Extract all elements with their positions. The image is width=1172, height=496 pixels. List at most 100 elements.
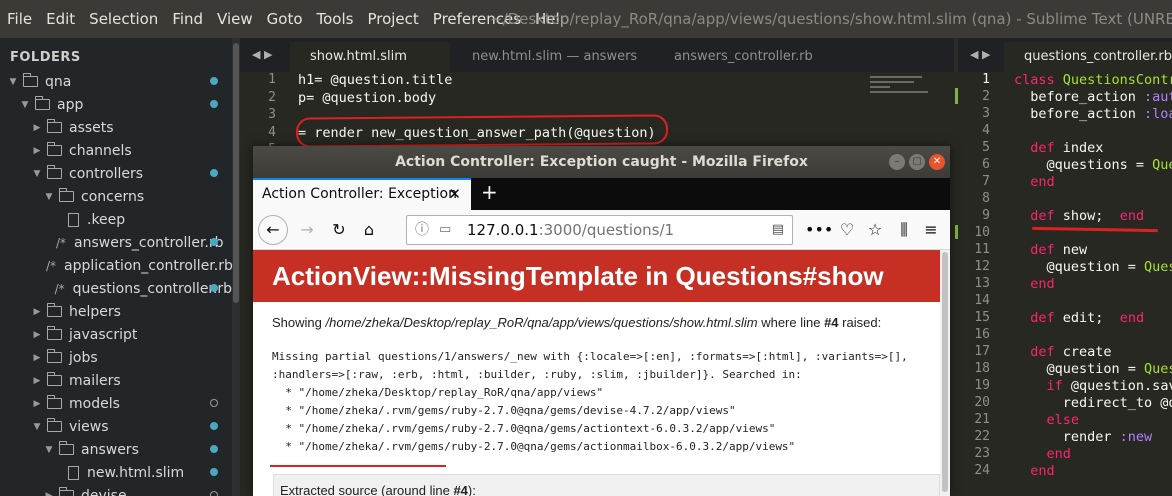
tree-item[interactable]: ▶ javascript xyxy=(0,323,232,346)
code-line[interactable]: redirect_to @question xyxy=(1014,395,1172,411)
code-line[interactable]: def edit; end xyxy=(1014,310,1144,326)
tree-item[interactable]: ▶ assets xyxy=(0,116,232,139)
forward-icon[interactable]: → xyxy=(293,216,321,244)
code-file-icon: /* xyxy=(54,281,65,296)
home-icon[interactable]: ⌂ xyxy=(355,216,383,244)
code-line[interactable]: class QuestionsController < ApplicationC… xyxy=(1014,72,1172,88)
page-actions-icon[interactable]: ••• xyxy=(805,216,833,244)
chevron-down-icon[interactable]: ▼ xyxy=(32,422,42,432)
code-line[interactable]: if @question.save xyxy=(1014,378,1172,394)
maximize-icon[interactable]: ▢ xyxy=(909,154,925,170)
bookmark-star-icon[interactable]: ☆ xyxy=(861,216,889,244)
tab-questions-controller[interactable]: questions_controller.rb xyxy=(1004,42,1172,72)
error-page: ActionView::MissingTemplate in Questions… xyxy=(253,250,950,496)
tab-label: answers_controller.rb xyxy=(674,49,813,64)
new-tab-icon[interactable]: + xyxy=(481,180,498,204)
menu-icon[interactable]: ≡ xyxy=(917,216,945,244)
code-line[interactable]: end xyxy=(1014,463,1054,479)
tree-item-label: questions_controller.rb xyxy=(72,280,232,297)
tree-item[interactable]: ▶ helpers xyxy=(0,300,232,323)
tree-item[interactable]: ▼ concerns xyxy=(0,185,232,208)
chevron-right-icon[interactable]: ▶ xyxy=(32,146,42,156)
tree-item[interactable]: ▶ devise xyxy=(0,484,232,496)
code-line[interactable]: end xyxy=(1014,174,1054,190)
page-scrollbar[interactable] xyxy=(940,250,950,496)
minimap[interactable] xyxy=(870,76,930,116)
info-icon[interactable]: ⓘ xyxy=(415,216,429,244)
tree-item[interactable]: ▶ mailers xyxy=(0,369,232,392)
reload-icon[interactable]: ↻ xyxy=(325,216,353,244)
tree-item[interactable]: ▼ answers xyxy=(0,438,232,461)
code-line[interactable]: def create xyxy=(1014,344,1111,360)
tree-item[interactable]: ▶ models xyxy=(0,392,232,415)
code-line[interactable]: h1= @question.title xyxy=(298,72,452,88)
code-line[interactable]: p= @question.body xyxy=(298,90,436,106)
back-icon[interactable]: ← xyxy=(258,215,288,245)
tab-nav-arrows-icon[interactable]: ◀ ▶ xyxy=(252,48,272,61)
code-line[interactable]: @question = Question.new xyxy=(1014,361,1172,377)
url-bar[interactable]: ⓘ ▭ 127.0.0.1:3000/questions/1 ▤ xyxy=(406,215,793,245)
code-line[interactable]: end xyxy=(1014,276,1054,292)
menu-find[interactable]: Find xyxy=(165,0,210,38)
minimize-icon[interactable]: – xyxy=(889,154,905,170)
chevron-down-icon[interactable]: ▼ xyxy=(32,169,42,179)
chevron-right-icon[interactable]: ▶ xyxy=(44,491,54,496)
sidebar-scrollbar[interactable] xyxy=(232,38,240,496)
sidebar-scrollbar-thumb[interactable] xyxy=(233,43,239,303)
tree-item-label: answers_controller.rb xyxy=(74,234,224,251)
code-line[interactable]: before_action :load_question xyxy=(1014,106,1172,122)
chevron-right-icon[interactable]: ▶ xyxy=(32,399,42,409)
code-line[interactable]: render :new xyxy=(1014,429,1152,445)
code-line[interactable]: def new xyxy=(1014,242,1087,258)
chevron-right-icon[interactable]: ▶ xyxy=(32,353,42,363)
reader-view-icon[interactable]: ▤ xyxy=(772,216,784,244)
chevron-down-icon[interactable]: ▼ xyxy=(44,192,54,202)
editor-right[interactable]: 1 2 3 4 5 6 7 8 9 10 11 12 13 14 15 16 17 18 19 20 21 22 23 24 c… xyxy=(958,72,1172,496)
chevron-down-icon[interactable]: ▼ xyxy=(8,77,18,87)
close-icon[interactable]: ✕ xyxy=(929,154,945,170)
tree-item[interactable]: ▶ channels xyxy=(0,139,232,162)
menu-selection[interactable]: Selection xyxy=(82,0,165,38)
code-line[interactable]: @question = Question.new xyxy=(1014,259,1172,275)
chevron-right-icon[interactable]: ▶ xyxy=(32,123,42,133)
tree-item[interactable]: ▼ qna xyxy=(0,70,232,93)
tree-item[interactable]: /* questions_controller.rb xyxy=(0,277,232,300)
page-scrollbar-thumb[interactable] xyxy=(942,252,948,492)
chevron-right-icon[interactable]: ▶ xyxy=(32,376,42,386)
tree-item[interactable]: ▼ views xyxy=(0,415,232,438)
line-number: 1 xyxy=(268,72,276,87)
menu-project[interactable]: Project xyxy=(360,0,425,38)
code-line[interactable]: else xyxy=(1014,412,1080,428)
chevron-right-icon[interactable]: ▶ xyxy=(32,330,42,340)
firefox-tab[interactable]: Action Controller: Exception ✕ xyxy=(253,178,471,210)
tree-item[interactable]: ▶ jobs xyxy=(0,346,232,369)
tree-item[interactable]: ▼ app xyxy=(0,93,232,116)
menu-view[interactable]: View xyxy=(210,0,260,38)
library-icon[interactable]: ⫼ xyxy=(890,216,918,244)
chevron-down-icon[interactable]: ▼ xyxy=(44,445,54,455)
menu-file[interactable]: File xyxy=(0,0,39,38)
menu-tools[interactable]: Tools xyxy=(310,0,361,38)
tab-close-icon[interactable]: ✕ xyxy=(448,180,461,209)
chevron-down-icon[interactable]: ▼ xyxy=(20,100,30,110)
code-line[interactable]: def index xyxy=(1014,140,1103,156)
tab-label: questions_controller.rb xyxy=(1024,49,1172,64)
code-line[interactable]: def show; end xyxy=(1014,208,1144,224)
code-line[interactable]: before_action :authenticate_user! xyxy=(1014,89,1172,105)
tree-item[interactable]: /* application_controller.rb xyxy=(0,254,233,277)
chevron-right-icon[interactable]: ▶ xyxy=(32,307,42,317)
tab-answers-controller[interactable]: answers_controller.rb xyxy=(654,42,844,72)
menu-edit[interactable]: Edit xyxy=(39,0,82,38)
tree-item[interactable]: .keep xyxy=(0,208,232,231)
menu-goto[interactable]: Goto xyxy=(260,0,310,38)
tree-item[interactable]: /* answers_controller.rb xyxy=(0,231,232,254)
tab-nav-arrows-icon[interactable]: ◀ ▶ xyxy=(970,48,990,61)
code-line[interactable]: end xyxy=(1014,446,1071,462)
pocket-icon[interactable]: ♡ xyxy=(833,216,861,244)
tree-item[interactable]: new.html.slim xyxy=(0,461,232,484)
code-line[interactable]: @questions = Question.all xyxy=(1014,157,1172,173)
folder-icon xyxy=(34,96,50,110)
tree-item[interactable]: ▼ controllers xyxy=(0,162,232,185)
tab-show-html-slim[interactable]: show.html.slim xyxy=(290,42,450,72)
tab-new-html-slim[interactable]: new.html.slim — answers xyxy=(452,42,652,72)
